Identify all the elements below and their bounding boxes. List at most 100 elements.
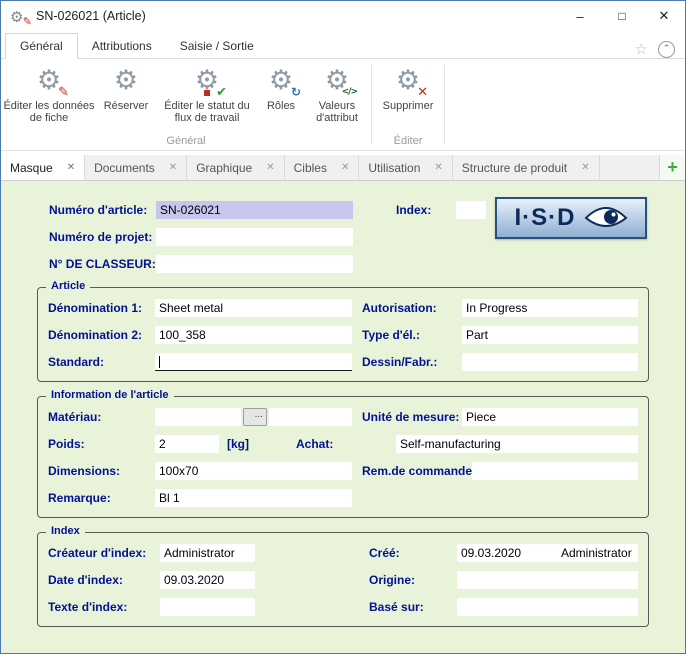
date-index-field[interactable]: 09.03.2020	[160, 571, 255, 589]
eye-icon	[584, 205, 628, 231]
masque-form: I·S·D Numéro d'article: SN-026021 Index:…	[1, 181, 685, 653]
denomination1-field[interactable]: Sheet metal	[155, 299, 352, 317]
texte-index-label: Texte d'index:	[48, 600, 160, 614]
add-tab-button[interactable]: +	[659, 155, 685, 180]
remarque-field[interactable]: Bl 1	[155, 489, 352, 507]
poids-row: Poids: 2 [kg] Achat: Self-manufacturing	[48, 430, 638, 457]
cree-date-value: 09.03.2020	[461, 544, 561, 562]
dessin-label: Dessin/Fabr.:	[362, 355, 462, 369]
favorite-star-icon[interactable]: ☆	[635, 40, 648, 58]
gear-check-icon: ⚙✔	[190, 64, 224, 98]
denomination2-row: Dénomination 2: 100_358 Type d'él.: Part	[48, 321, 638, 348]
unite-mesure-field[interactable]: Piece	[462, 408, 638, 426]
poids-field[interactable]: 2	[155, 435, 219, 453]
tab-cibles[interactable]: Cibles ✕	[285, 155, 360, 180]
origine-label: Origine:	[369, 573, 457, 587]
poids-label: Poids:	[48, 437, 155, 451]
edit-workflow-status-button[interactable]: ⚙✔ Éditer le statut du flux de travail	[157, 61, 257, 133]
article-number-field[interactable]: SN-026021	[156, 201, 353, 219]
denomination2-label: Dénomination 2:	[48, 328, 155, 342]
achat-field[interactable]: Self-manufacturing	[396, 435, 638, 453]
createur-index-field[interactable]: Administrator	[160, 544, 255, 562]
close-button[interactable]: ✕	[643, 1, 685, 31]
collapse-ribbon-button[interactable]: ⌃	[658, 41, 675, 58]
tab-close-icon[interactable]: ✕	[581, 162, 589, 173]
project-number-label: Numéro de projet:	[49, 230, 156, 244]
cree-field[interactable]: 09.03.2020Administrator	[457, 544, 638, 562]
index-field[interactable]	[456, 201, 486, 219]
dimensions-row: Dimensions: 100x70 Rem.de commande	[48, 457, 638, 484]
article-number-label: Numéro d'article:	[49, 203, 156, 217]
gear-delete-icon: ⚙✕	[391, 64, 425, 98]
materiau-browse-button[interactable]: ...	[243, 408, 267, 426]
group-label-editer: Éditer	[374, 135, 442, 150]
texte-index-field[interactable]	[160, 598, 255, 616]
maximize-button[interactable]: □	[601, 1, 643, 31]
createur-index-label: Créateur d'index:	[48, 546, 160, 560]
ribbon-tab-attributions[interactable]: Attributions	[78, 34, 166, 58]
ribbon-tab-saisie-sortie[interactable]: Saisie / Sortie	[166, 34, 268, 58]
ribbon-group-general: ⚙✎ Éditer les données de fiche ⚙ Réserve…	[3, 61, 369, 150]
minimize-button[interactable]: –	[559, 1, 601, 31]
tab-masque[interactable]: Masque ✕	[1, 155, 85, 180]
tab-utilisation[interactable]: Utilisation ✕	[359, 155, 452, 180]
standard-field[interactable]	[155, 353, 352, 371]
text-caret	[159, 356, 160, 368]
tab-structure-de-produit[interactable]: Structure de produit ✕	[453, 155, 600, 180]
ribbon-tab-bar: Général Attributions Saisie / Sortie ☆ ⌃	[1, 31, 685, 59]
gear-roles-icon: ⚙↻	[264, 64, 298, 98]
origine-field[interactable]	[457, 571, 638, 589]
autorisation-field[interactable]: In Progress	[462, 299, 638, 317]
article-group-title: Article	[46, 280, 90, 292]
base-sur-field[interactable]	[457, 598, 638, 616]
denomination2-field[interactable]: 100_358	[155, 326, 352, 344]
tab-close-icon[interactable]: ✕	[169, 162, 177, 173]
tab-close-icon[interactable]: ✕	[434, 162, 442, 173]
group-label-general: Général	[3, 135, 369, 150]
dessin-field[interactable]	[462, 353, 638, 371]
toolbar-separator	[444, 65, 445, 144]
project-number-field[interactable]	[156, 228, 353, 246]
tab-close-icon[interactable]: ✕	[266, 162, 274, 173]
remarque-label: Remarque:	[48, 491, 155, 505]
article-info-group-title: Information de l'article	[46, 389, 174, 401]
materiau-name-field[interactable]	[269, 408, 352, 426]
ribbon-group-editer: ⚙✕ Supprimer Éditer	[374, 61, 442, 150]
window-title: SN-026021 (Article)	[36, 9, 146, 23]
rem-commande-field[interactable]	[472, 462, 638, 480]
index-group: Index Créateur d'index: Administrator Cr…	[37, 532, 649, 627]
createur-index-row: Créateur d'index: Administrator Créé: 09…	[48, 539, 638, 566]
tab-documents[interactable]: Documents ✕	[85, 155, 187, 180]
tab-close-icon[interactable]: ✕	[341, 162, 349, 173]
attribute-values-button[interactable]: ⚙</> Valeurs d'attribut	[305, 61, 369, 133]
dialog-window: ⚙✎ SN-026021 (Article) – □ ✕ Général Att…	[0, 0, 686, 654]
base-sur-label: Basé sur:	[369, 600, 457, 614]
classeur-field[interactable]	[156, 255, 353, 273]
toolbar-separator	[371, 65, 372, 144]
dimensions-label: Dimensions:	[48, 464, 155, 478]
document-tab-strip: Masque ✕ Documents ✕ Graphique ✕ Cibles …	[1, 155, 685, 181]
denomination1-row: Dénomination 1: Sheet metal Autorisation…	[48, 294, 638, 321]
roles-button[interactable]: ⚙↻ Rôles	[257, 61, 305, 133]
date-index-label: Date d'index:	[48, 573, 160, 587]
achat-label: Achat:	[296, 437, 396, 451]
delete-button[interactable]: ⚙✕ Supprimer	[374, 61, 442, 133]
type-field[interactable]: Part	[462, 326, 638, 344]
app-gear-pencil-icon: ⚙✎	[10, 7, 28, 25]
gear-attribute-icon: ⚙</>	[320, 64, 354, 98]
reserve-button[interactable]: ⚙ Réserver	[95, 61, 157, 133]
materiau-label: Matériau:	[48, 410, 155, 424]
gear-pencil-icon: ⚙✎	[32, 64, 66, 98]
materiau-row: Matériau: ... Unité de mesure: Piece	[48, 403, 638, 430]
remarque-row: Remarque: Bl 1	[48, 484, 638, 511]
materiau-field[interactable]	[155, 408, 241, 426]
article-info-group: Information de l'article Matériau: ... U…	[37, 396, 649, 518]
tab-graphique[interactable]: Graphique ✕	[187, 155, 284, 180]
tab-close-icon[interactable]: ✕	[67, 162, 75, 173]
article-group: Article Dénomination 1: Sheet metal Auto…	[37, 287, 649, 382]
ribbon-toolbar: ⚙✎ Éditer les données de fiche ⚙ Réserve…	[1, 59, 685, 151]
rem-commande-label: Rem.de commande	[362, 464, 472, 478]
dimensions-field[interactable]: 100x70	[155, 462, 352, 480]
edit-sheet-data-button[interactable]: ⚙✎ Éditer les données de fiche	[3, 61, 95, 133]
ribbon-tab-general[interactable]: Général	[5, 33, 78, 59]
